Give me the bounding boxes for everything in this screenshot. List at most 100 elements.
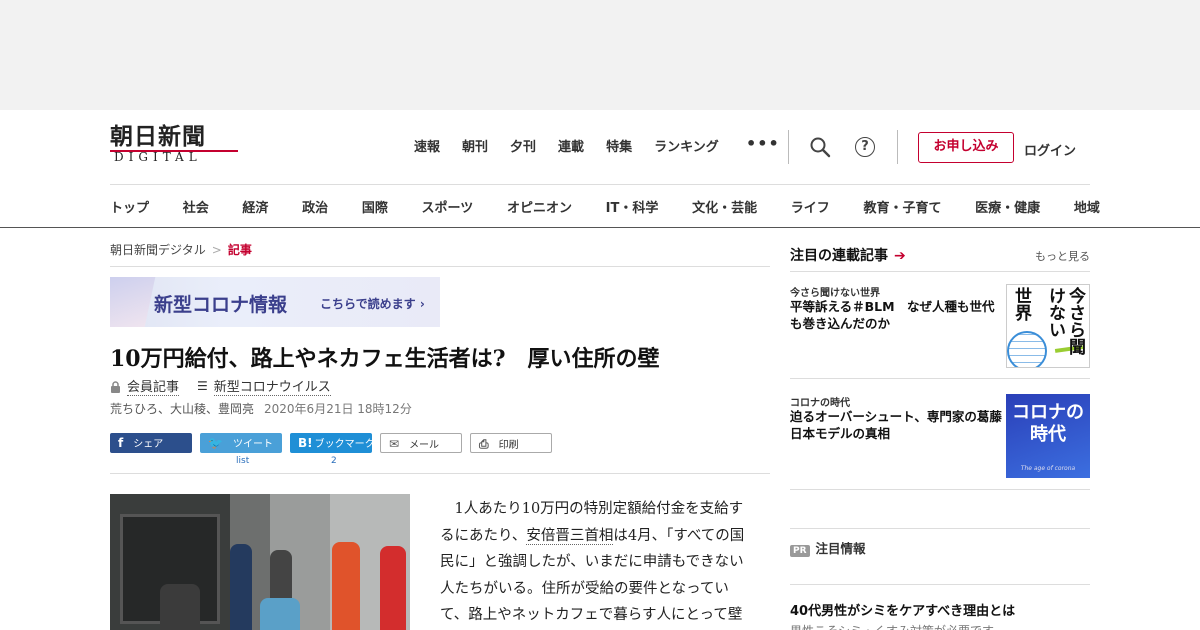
arrow-right-icon: ➔ [894,248,906,264]
site-header: 朝日新聞 DIGITAL 速報 朝刊 夕刊 連載 特集 ランキング ••• ? … [0,110,1200,228]
publish-date: 2020年6月21日 18時12分 [264,402,412,416]
series-item[interactable]: コロナの時代 迫るオーバーシュート、専門家の葛藤 日本モデルの真相 コロナの時代… [790,394,1090,478]
divider [790,378,1090,379]
more-menu-icon[interactable]: ••• [746,134,780,153]
globe-icon [1007,331,1047,367]
series-thumbnail: コロナの時代 The age of corona [1006,394,1090,478]
series-item[interactable]: 今さら聞けない世界 平等訴える＃BLM なぜ人種も世代も巻き込んだのか 世界 今… [790,284,1090,368]
divider [790,584,1090,585]
list-icon: ☰ [197,379,208,393]
pr-badge: PR [790,545,810,557]
top-nav-features[interactable]: 特集 [606,136,632,155]
share-buttons: f シェア 🐦 ツイート B! ブックマーク ✉ メール ⎙ 印刷 [110,433,770,455]
lock-icon [110,381,121,393]
top-nav: 速報 朝刊 夕刊 連載 特集 ランキング [414,136,741,155]
login-link[interactable]: ログイン [1024,140,1076,159]
cat-international[interactable]: 国際 [362,197,388,216]
article-paragraph: 1人あたり10万円の特別定額給付金を支給するにあたり、安倍晋三首相は4月、「すべ… [440,496,750,630]
subscribe-button[interactable]: お申し込み [918,132,1014,163]
photo-person [260,598,300,630]
header-divider [788,130,789,164]
pr-heading: PR 注目情報 [790,538,866,557]
twitter-icon: 🐦 [208,436,223,450]
top-nav-breaking[interactable]: 速報 [414,136,440,155]
breadcrumb: 朝日新聞デジタル > 記事 [110,241,252,258]
facebook-icon: f [118,436,124,450]
breadcrumb-separator: > [211,243,222,257]
cat-region[interactable]: 地域 [1074,197,1100,216]
divider [110,473,770,474]
mail-label: メール [409,440,440,451]
top-nav-series[interactable]: 連載 [558,136,584,155]
print-icon: ⎙ [479,437,489,451]
mail-icon: ✉ [389,437,400,451]
breadcrumb-home[interactable]: 朝日新聞デジタル [110,243,206,257]
cat-top[interactable]: トップ [110,197,149,216]
cat-society[interactable]: 社会 [183,197,209,216]
series-kicker: コロナの時代 [790,398,850,409]
banner-link: こちらで読めます › [320,297,425,311]
cat-opinion[interactable]: オピニオン [507,197,572,216]
thumb-title: コロナの時代 [1012,402,1084,445]
featured-series-heading[interactable]: 注目の連載記事 ➔ [790,245,906,265]
cat-sports[interactable]: スポーツ [422,197,474,216]
pr-item-title[interactable]: 40代男性がシミをケアすべき理由とは [790,600,1015,619]
top-nav-evening[interactable]: 夕刊 [510,136,536,155]
series-thumbnail: 世界 今さら聞けない [1006,284,1090,368]
facebook-share-button[interactable]: f シェア [110,433,192,453]
header-rule [110,184,1090,185]
cat-culture[interactable]: 文化・芸能 [692,197,757,216]
banner-decoration [110,277,157,327]
top-nav-morning[interactable]: 朝刊 [462,136,488,155]
see-more-link[interactable]: もっと見る [1035,248,1090,264]
article-meta: 会員記事 ☰ 新型コロナウイルス [110,376,331,396]
photo-person [380,546,406,630]
hatena-count[interactable]: 2 [331,456,337,466]
member-article-link[interactable]: 会員記事 [127,376,180,396]
cat-politics[interactable]: 政治 [302,197,328,216]
cat-health[interactable]: 医療・健康 [975,197,1040,216]
photo-person [332,542,360,630]
article-headline: 10万円給付、路上やネカフェ生活者は? 厚い住所の壁 [110,346,660,372]
corona-info-banner[interactable]: 新型コロナ情報 こちらで読めます › [110,277,440,327]
person-link[interactable]: 安倍晋三首相 [526,527,614,545]
photo-person [230,544,252,630]
top-nav-ranking[interactable]: ランキング [654,136,719,155]
print-label: 印刷 [498,440,519,451]
help-icon[interactable]: ? [855,137,875,157]
cat-education[interactable]: 教育・子育て [863,197,941,216]
twitter-count[interactable]: list [236,456,249,466]
facebook-label: シェア [133,439,164,450]
search-icon[interactable] [809,136,831,158]
divider [790,528,1090,529]
cat-it-science[interactable]: IT・科学 [606,197,659,216]
top-ad-area [0,0,1200,110]
divider [110,266,770,267]
header-divider [897,130,898,164]
twitter-share-button[interactable]: 🐦 ツイート [200,433,282,453]
topic-link[interactable]: 新型コロナウイルス [213,376,331,396]
hatena-bookmark-button[interactable]: B! ブックマーク [290,433,375,453]
divider [790,271,1090,272]
site-logo[interactable]: 朝日新聞 DIGITAL [110,124,242,170]
breadcrumb-current: 記事 [227,243,252,257]
byline: 荒ちひろ、大山稜、豊岡亮 2020年6月21日 18時12分 [110,400,412,417]
print-button[interactable]: ⎙ 印刷 [470,433,552,453]
logo-underline [110,150,238,152]
logo-main-text: 朝日新聞 [110,123,206,150]
hatena-label: ブックマーク [314,439,375,450]
twitter-label: ツイート [232,439,273,450]
featured-series-title: 注目の連載記事 [790,248,888,264]
cat-life[interactable]: ライフ [791,197,830,216]
banner-title: 新型コロナ情報 [154,294,288,316]
thumb-text-world: 世界 [1011,287,1031,321]
mail-button[interactable]: ✉ メール [380,433,462,453]
series-kicker: 今さら聞けない世界 [790,288,880,299]
cat-economy[interactable]: 経済 [242,197,268,216]
series-title: 迫るオーバーシュート、専門家の葛藤 日本モデルの真相 [790,409,1014,441]
category-nav: トップ 社会 経済 政治 国際 スポーツ オピニオン IT・科学 文化・芸能 ラ… [110,197,1100,216]
thumb-text-imasara: 今さら聞けない [1045,287,1085,355]
hatena-icon: B! [298,436,313,450]
article-photo[interactable] [110,494,410,630]
pr-heading-label: 注目情報 [815,541,866,556]
